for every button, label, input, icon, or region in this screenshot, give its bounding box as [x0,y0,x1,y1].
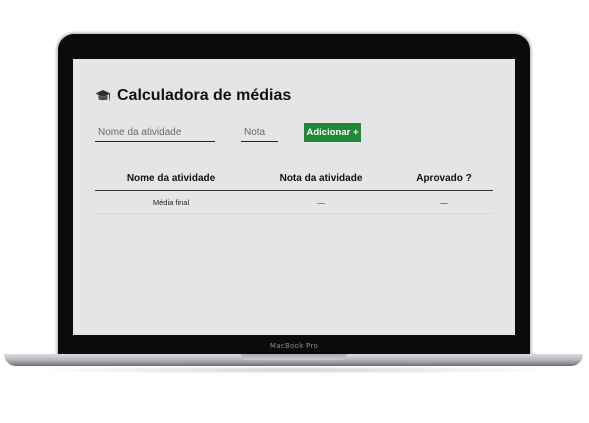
graduation-cap-icon [95,90,111,101]
header-activity-name: Nome da atividade [95,167,247,191]
header-approved: Aprovado ? [395,167,493,191]
final-average-label: Média final [95,190,247,214]
device-brand-label: MacBook Pro [269,342,319,350]
final-average-value: — [247,190,395,214]
table-body: Média final — — [95,190,493,214]
grade-input[interactable] [241,123,278,142]
table-header-row: Nome da atividade Nota da atividade Apro… [95,167,493,191]
app-screen: Calculadora de médias Adicionar + Nome d… [73,59,515,335]
activity-name-input[interactable] [95,123,215,142]
laptop-mockup: Calculadora de médias Adicionar + Nome d… [0,0,589,423]
laptop-base-shadow [30,366,559,374]
final-approved-status: — [395,190,493,214]
page-title: Calculadora de médias [117,87,292,104]
header: Calculadora de médias [95,87,291,105]
header-activity-grade: Nota da atividade [247,167,395,191]
activities-table: Nome da atividade Nota da atividade Apro… [95,167,493,214]
final-average-row: Média final — — [95,190,493,214]
add-button[interactable]: Adicionar + [304,123,361,142]
table-header: Nome da atividade Nota da atividade Apro… [95,167,493,191]
add-activity-form: Adicionar + [95,123,495,145]
laptop-opening-notch [241,354,347,360]
